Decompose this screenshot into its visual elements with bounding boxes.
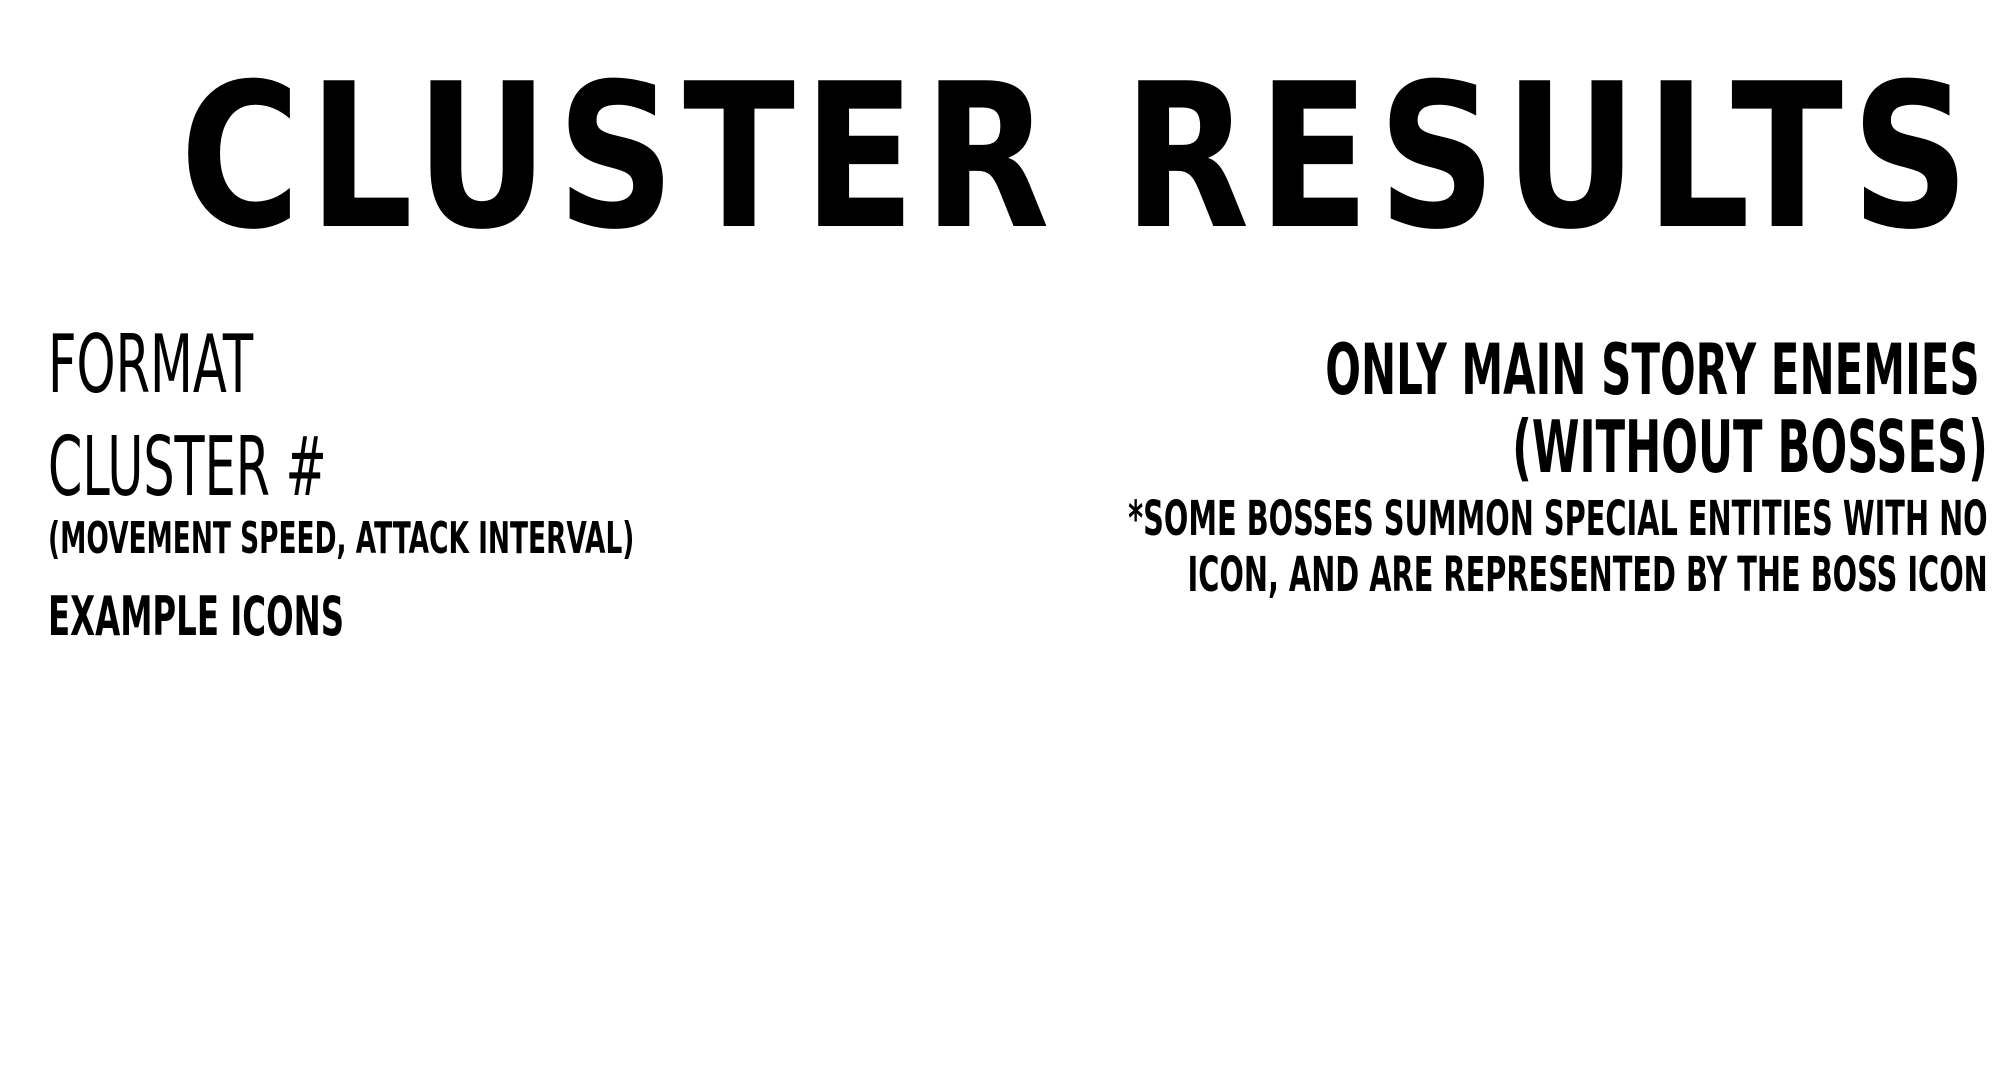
format-label: FORMAT bbox=[48, 318, 254, 411]
example-icons-label: EXAMPLE ICONS bbox=[48, 585, 345, 648]
format-subtitle: (MOVEMENT SPEED, ATTACK INTERVAL) bbox=[48, 513, 635, 564]
page-title: CLUSTER RESULTS bbox=[180, 41, 1978, 274]
cluster-number-label: CLUSTER # bbox=[48, 420, 327, 515]
footnote-line-1: *SOME BOSSES SUMMON SPECIAL ENTITIES WIT… bbox=[1128, 491, 1988, 547]
footnote-line-2: ICON, AND ARE REPRESENTED BY THE BOSS IC… bbox=[1187, 547, 1988, 603]
scope-note: ONLY MAIN STORY ENEMIES bbox=[1325, 329, 1980, 411]
scope-note-exclusion: (WITHOUT BOSSES) bbox=[1512, 405, 1988, 489]
